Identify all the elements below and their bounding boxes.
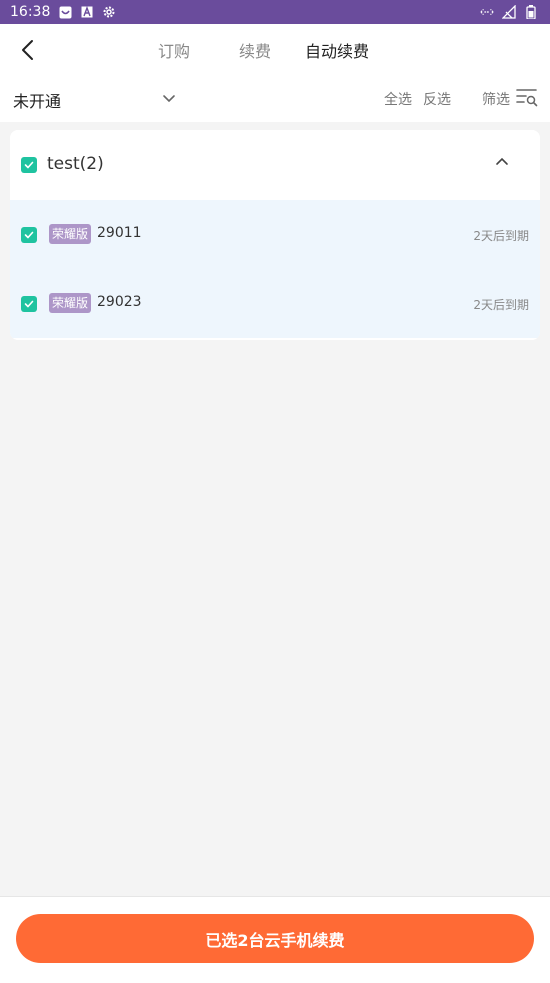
device-checkbox[interactable] [21, 227, 37, 243]
data-transfer-icon [480, 5, 494, 19]
battery-icon [524, 5, 538, 19]
chevron-up-icon[interactable] [494, 154, 510, 170]
group-card: test(2) 荣耀版 29011 2天后到期 荣耀版 29023 2天后到期 [10, 130, 540, 340]
invert-select-button[interactable]: 反选 [423, 89, 451, 109]
device-id: 29011 [97, 225, 142, 241]
notification-app-icon [58, 5, 72, 19]
tab-auto-renew[interactable]: 自动续费 [305, 38, 369, 62]
group-header[interactable]: test(2) [10, 130, 540, 200]
nav-bar: 订购 续费 自动续费 [0, 24, 550, 76]
check-icon [24, 300, 34, 308]
check-icon [24, 161, 34, 169]
device-checkbox[interactable] [21, 296, 37, 312]
filter-list-icon[interactable] [516, 87, 538, 111]
expire-text: 2天后到期 [473, 298, 529, 312]
tab-order[interactable]: 订购 [158, 38, 190, 62]
device-row[interactable]: 荣耀版 29023 2天后到期 [10, 269, 540, 338]
edition-badge: 荣耀版 [49, 224, 92, 244]
filter-bar: 未开通 全选 反选 筛选 [0, 76, 550, 122]
status-time: 16:38 [10, 4, 51, 20]
group-checkbox[interactable] [21, 157, 37, 173]
content-area: test(2) 荣耀版 29011 2天后到期 荣耀版 29023 2天后到期 [0, 122, 550, 896]
settings-gear-icon [102, 5, 116, 19]
bottom-bar: 已选2台云手机续费 [0, 896, 550, 983]
select-all-button[interactable]: 全选 [384, 89, 412, 109]
status-bar: 16:38 [0, 0, 550, 24]
filter-button[interactable]: 筛选 [482, 89, 510, 109]
tab-bar: 订购 续费 自动续费 [0, 24, 550, 76]
device-row[interactable]: 荣耀版 29011 2天后到期 [10, 200, 540, 269]
status-select[interactable]: 未开通 [13, 88, 61, 112]
expire-text: 2天后到期 [473, 229, 529, 243]
group-title: test(2) [47, 154, 104, 174]
status-left: 16:38 [10, 4, 116, 20]
edition-badge: 荣耀版 [49, 293, 92, 313]
signal-icon [502, 5, 516, 19]
chevron-down-icon[interactable] [161, 90, 177, 106]
renew-selected-button[interactable]: 已选2台云手机续费 [16, 914, 534, 963]
device-id: 29023 [97, 294, 142, 310]
tab-renew[interactable]: 续费 [239, 38, 271, 62]
notification-a-icon [80, 5, 94, 19]
check-icon [24, 231, 34, 239]
status-right [480, 5, 538, 19]
